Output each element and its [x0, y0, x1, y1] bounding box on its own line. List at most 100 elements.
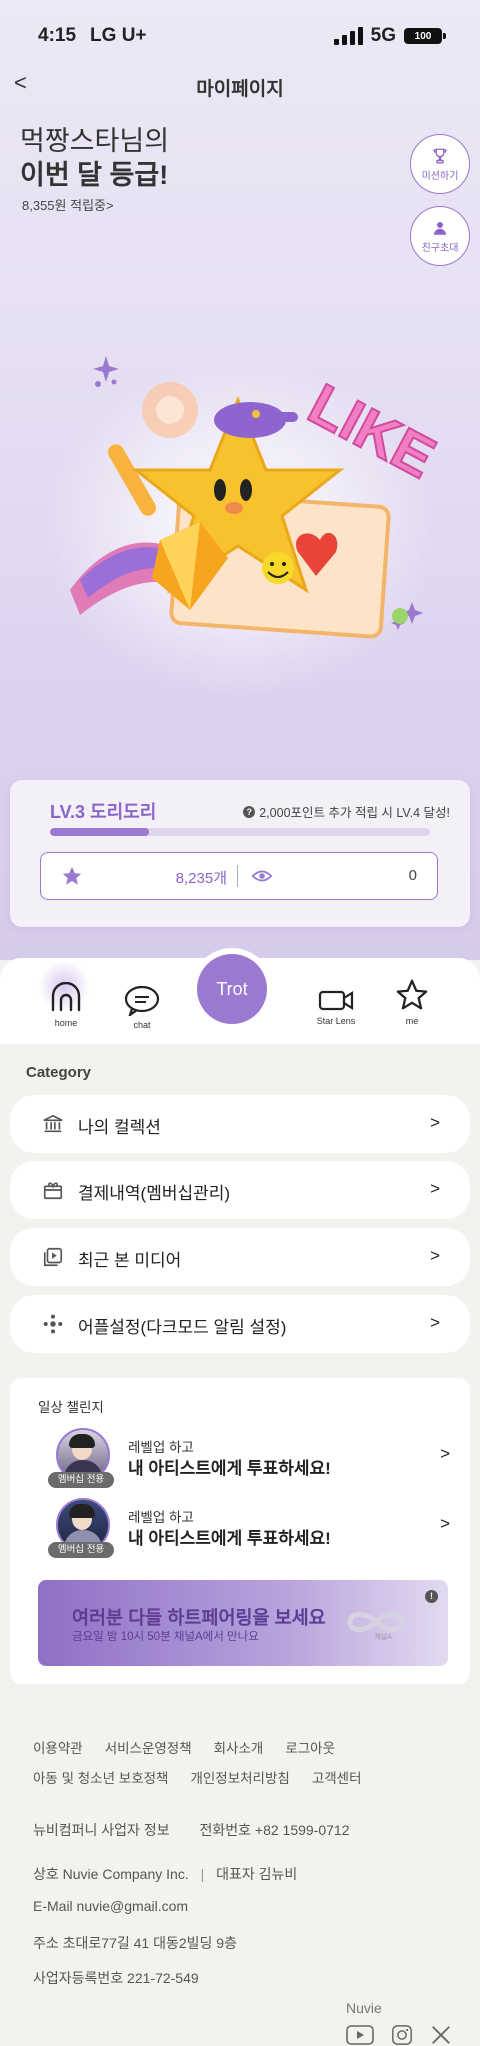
challenge-main: 내 아티스트에게 투표하세요!	[128, 1459, 331, 1478]
view-count: 0	[408, 867, 417, 884]
challenge-sub: 레벨업 하고	[128, 1440, 194, 1455]
social-links	[346, 2024, 452, 2046]
challenge-main: 내 아티스트에게 투표하세요!	[128, 1529, 331, 1548]
footer-link-logout[interactable]: 로그아웃	[285, 1737, 335, 1757]
status-carrier: LG U+	[90, 25, 147, 46]
settings-icon	[43, 1314, 63, 1334]
category-label: Category	[26, 1064, 92, 1081]
mission-label: 미션하기	[421, 170, 459, 182]
banner-subtitle: 금요일 밤 10시 50분 채널A에서 만나요	[72, 1631, 259, 1643]
level-progress-bar	[50, 828, 430, 836]
star-count: 8,235개	[175, 870, 227, 887]
company-biz-number: 사업자등록번호 221-72-549	[33, 1970, 199, 1986]
level-progress-fill	[50, 828, 149, 836]
star-icon	[62, 866, 82, 885]
camera-icon	[318, 990, 354, 1011]
chevron-right-icon: >	[430, 1246, 440, 1265]
chat-icon	[124, 986, 160, 1016]
footer-link-support[interactable]: 고객센터	[312, 1767, 362, 1787]
category-item-collection[interactable]: 나의 컬렉션 >	[10, 1095, 470, 1153]
stat-box[interactable]: 8,235개 0	[40, 852, 438, 900]
network-label: 5G	[370, 25, 396, 46]
footer-link-policy[interactable]: 서비스운영정책	[105, 1737, 192, 1757]
footer-link-privacy[interactable]: 개인정보처리방침	[190, 1767, 289, 1787]
category-text: 결제내역(멤버십관리)	[78, 1184, 231, 1203]
banner-title: 여러분 다들 하트페어링을 보세요	[72, 1607, 326, 1628]
trophy-icon	[433, 148, 447, 163]
status-bar: 4:15 LG U+ 5G 100	[38, 22, 446, 50]
company-name: 상호 Nuvie Company Inc.	[33, 1866, 189, 1882]
membership-badge: 멤버십 전용	[48, 1542, 114, 1558]
company-info-row: 뉴비컴퍼니 사업자 정보 전화번호 +82 1599-0712	[33, 1820, 349, 1840]
brand-name: Nuvie	[346, 2000, 382, 2016]
company-phone: 전화번호 +82 1599-0712	[199, 1822, 350, 1838]
x-twitter-icon[interactable]	[430, 2024, 452, 2046]
chevron-right-icon: >	[440, 1514, 450, 1533]
challenge-row[interactable]: 멤버십 전용 레벨업 하고 내 아티스트에게 투표하세요! >	[38, 1498, 458, 1562]
company-address: 주소 초대로77길 41 대동2빌딩 9층	[33, 1935, 237, 1951]
my-page: 4:15 LG U+ 5G 100 < 마이페이지 먹짱스타님의 이번 달 등급…	[0, 0, 480, 2046]
company-info: 뉴비컴퍼니 사업자 정보	[33, 1822, 170, 1838]
tab-home-label: home	[54, 1018, 78, 1028]
daily-challenge: 일상 챌린지 멤버십 전용 레벨업 하고 내 아티스트에게 투표하세요! > 멤…	[10, 1378, 470, 1684]
tab-star-lens[interactable]: Star Lens	[306, 988, 366, 1026]
separator: |	[200, 1866, 205, 1882]
mascot-illustration: LIKE	[70, 356, 440, 639]
stat-divider	[237, 865, 238, 887]
category-text: 어플설정(다크모드 알림 설정)	[78, 1318, 287, 1337]
star-outline-icon	[396, 979, 428, 1010]
footer-links-row1: 이용약관 서비스운영정책 회사소개 로그아웃	[33, 1737, 335, 1757]
greeting-line2: 이번 달 등급!	[20, 160, 169, 190]
level-note-text: 2,000포인트 추가 적립 시 LV.4 달성!	[259, 806, 450, 820]
tab-home[interactable]: home	[36, 982, 96, 1028]
category-item-payments[interactable]: 결제내역(멤버십관리) >	[10, 1161, 470, 1219]
tab-chat-label: chat	[133, 1020, 151, 1030]
points-link[interactable]: 8,355원 적립중>	[22, 195, 114, 214]
challenge-title: 일상 챌린지	[38, 1400, 104, 1415]
media-icon	[43, 1247, 63, 1267]
tab-me[interactable]: me	[382, 978, 442, 1026]
challenge-row[interactable]: 멤버십 전용 레벨업 하고 내 아티스트에게 투표하세요! >	[38, 1428, 458, 1492]
hero-section: 4:15 LG U+ 5G 100 < 마이페이지 먹짱스타님의 이번 달 등급…	[0, 0, 480, 960]
greeting-line1: 먹짱스타님의	[20, 126, 170, 156]
page-title: 마이페이지	[196, 79, 284, 100]
battery-icon: 100	[404, 28, 446, 44]
company-email: E-Mail nuvie@gmail.com	[33, 1898, 189, 1914]
tab-chat[interactable]: chat	[112, 986, 172, 1030]
category-text: 나의 컬렉션	[78, 1118, 161, 1137]
tab-me-label: me	[405, 1016, 419, 1026]
bank-icon	[43, 1114, 63, 1133]
youtube-icon[interactable]	[346, 2025, 374, 2045]
category-item-recent-media[interactable]: 최근 본 미디어 >	[10, 1228, 470, 1286]
invite-label: 친구초대	[421, 242, 459, 254]
footer-link-youth[interactable]: 아동 및 청소년 보호정책	[33, 1767, 168, 1787]
channel-label: 채널A	[374, 1634, 392, 1641]
company-ceo: 대표자 김뉴비	[216, 1866, 298, 1882]
level-note: ? 2,000포인트 추가 적립 시 LV.4 달성!	[243, 802, 450, 821]
chevron-right-icon: >	[430, 1113, 440, 1132]
status-time: 4:15	[38, 25, 77, 46]
mission-button[interactable]: 미션하기	[410, 134, 470, 194]
membership-badge: 멤버십 전용	[48, 1472, 114, 1488]
tab-star-lens-label: Star Lens	[316, 1016, 356, 1026]
instagram-icon[interactable]	[390, 2024, 414, 2046]
person-icon	[434, 221, 446, 235]
footer-link-about[interactable]: 회사소개	[214, 1737, 264, 1757]
gift-icon	[43, 1182, 63, 1200]
category-item-app-settings[interactable]: 어플설정(다크모드 알림 설정) >	[10, 1295, 470, 1353]
level-card: LV.3 도리도리 ? 2,000포인트 추가 적립 시 LV.4 달성! 8,…	[10, 780, 470, 927]
footer-links-row2: 아동 및 청소년 보호정책 개인정보처리방침 고객센터	[33, 1767, 362, 1787]
info-icon[interactable]: !	[425, 1590, 438, 1603]
trot-button[interactable]: Trot	[197, 954, 267, 1024]
chevron-right-icon: >	[430, 1179, 440, 1198]
company-name-row: 상호 Nuvie Company Inc. | 대표자 김뉴비	[33, 1864, 297, 1884]
eye-icon	[251, 870, 273, 882]
status-right: 5G 100	[333, 25, 446, 47]
category-text: 최근 본 미디어	[78, 1251, 182, 1270]
greeting: 먹짱스타님의 이번 달 등급!	[20, 124, 169, 192]
question-icon[interactable]: ?	[243, 805, 256, 818]
challenge-sub: 레벨업 하고	[128, 1510, 194, 1525]
promo-banner[interactable]: 여러분 다들 하트페어링을 보세요 금요일 밤 10시 50분 채널A에서 만나…	[38, 1580, 448, 1666]
footer-link-terms[interactable]: 이용약관	[33, 1737, 83, 1757]
invite-button[interactable]: 친구초대	[410, 206, 470, 266]
